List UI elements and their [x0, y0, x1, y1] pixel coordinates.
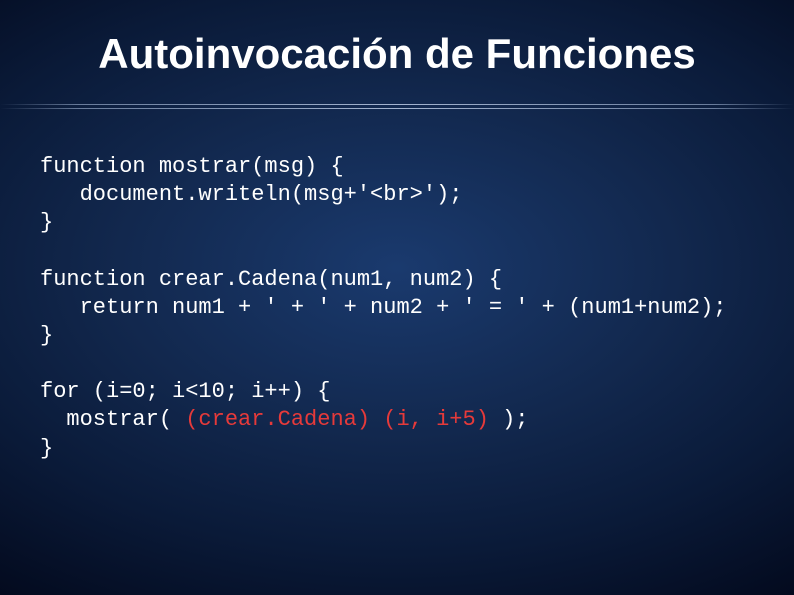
code-line: }	[40, 210, 53, 235]
code-line: function crear.Cadena(num1, num2) {	[40, 267, 502, 292]
highlight-args: (i, i+5)	[383, 407, 489, 432]
code-line: for (i=0; i<10; i++) {	[40, 379, 330, 404]
code-line: return num1 + ' + ' + num2 + ' = ' + (nu…	[40, 295, 727, 320]
code-line: }	[40, 323, 53, 348]
code-line-part: );	[489, 407, 529, 432]
code-line-part: mostrar(	[40, 407, 185, 432]
slide-title: Autoinvocación de Funciones	[0, 30, 794, 78]
code-line: document.writeln(msg+'<br>');	[40, 182, 462, 207]
slide-title-area: Autoinvocación de Funciones	[0, 0, 794, 127]
highlight-crear-cadena: (crear.Cadena)	[185, 407, 370, 432]
title-rule-top	[0, 104, 794, 105]
code-block: function mostrar(msg) { document.writeln…	[0, 127, 794, 463]
code-line-part	[370, 407, 383, 432]
title-rule-bottom	[0, 108, 794, 109]
code-line: function mostrar(msg) {	[40, 154, 344, 179]
code-line: }	[40, 436, 53, 461]
